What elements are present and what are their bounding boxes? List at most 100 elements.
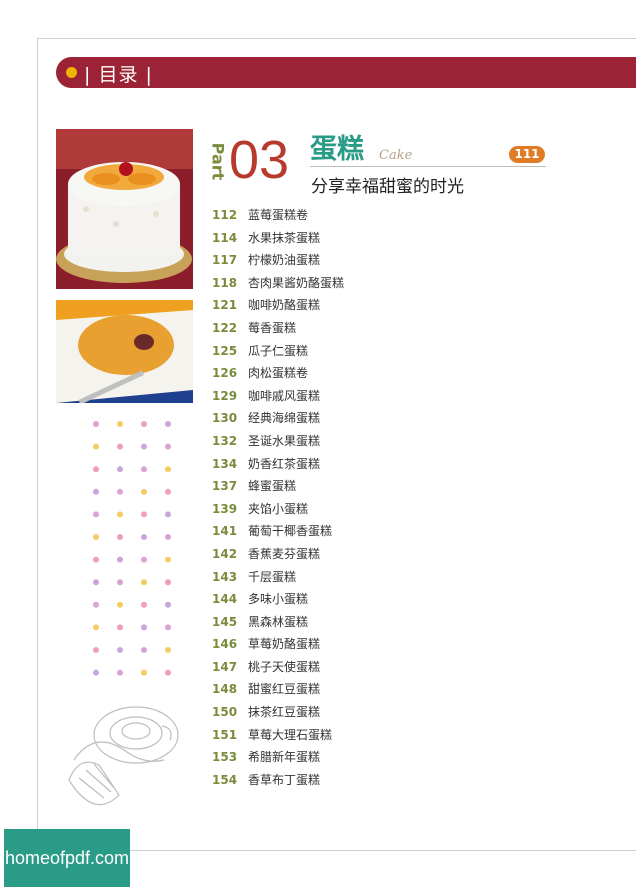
decor-dot [165, 669, 171, 676]
toc-page: 125 [212, 343, 238, 358]
toc-page: 146 [212, 637, 238, 652]
toc-entry[interactable]: 144 多味小蛋糕 [212, 588, 344, 611]
toc-entry[interactable]: 143 千层蛋糕 [212, 566, 344, 589]
toc-page: 147 [212, 659, 238, 674]
toc-entry[interactable]: 154 香草布丁蛋糕 [212, 769, 344, 792]
toc-title: 草莓奶酪蛋糕 [248, 637, 321, 652]
toc-page: 130 [212, 411, 238, 426]
toc-page: 142 [212, 546, 238, 561]
decor-dot [165, 556, 171, 563]
toc-entry[interactable]: 145 黑森林蛋糕 [212, 611, 344, 634]
cake-photo [56, 129, 193, 289]
toc-entry[interactable]: 130 经典海绵蛋糕 [212, 407, 344, 430]
toc-entry[interactable]: 148 甜蜜红豆蛋糕 [212, 678, 344, 701]
decor-dot [141, 647, 147, 653]
toc-title: 咖啡奶酪蛋糕 [248, 298, 321, 313]
part-number: 03 [229, 130, 290, 190]
decor-dot [165, 579, 171, 586]
toc-page: 112 [212, 208, 238, 222]
decor-dot [93, 466, 99, 473]
toc-entry[interactable]: 122 莓香蛋糕 [212, 317, 344, 340]
toc-title: 黑森林蛋糕 [248, 614, 309, 629]
decor-dot [165, 624, 171, 631]
toc-title: 蜂蜜蛋糕 [248, 479, 297, 494]
decor-dot [117, 579, 123, 586]
toc-page: 137 [212, 479, 238, 494]
toc-entry[interactable]: 146 草莓奶酪蛋糕 [212, 633, 344, 656]
toc-page: 153 [212, 750, 238, 765]
toc-title: 瓜子仁蛋糕 [248, 343, 309, 358]
toc-entry[interactable]: 134 奶香红茶蛋糕 [212, 453, 344, 476]
decor-dot [141, 556, 147, 563]
decor-dot [165, 534, 171, 540]
toc-page: 144 [212, 592, 238, 607]
decorative-dot-grid [92, 420, 172, 689]
contents-header-bar: | 目录 | [56, 57, 636, 88]
section-start-page[interactable]: 111 [509, 146, 545, 163]
decor-dot [93, 421, 99, 427]
toc-title: 蓝莓蛋糕卷 [248, 208, 309, 222]
page-border-top [37, 38, 636, 39]
header-dot-icon [66, 67, 77, 78]
toc-title: 夹馅小蛋糕 [248, 501, 309, 516]
toc-entry[interactable]: 125 瓜子仁蛋糕 [212, 340, 344, 363]
toc-entry[interactable]: 142 香蕉麦芬蛋糕 [212, 543, 344, 566]
toc-entry[interactable]: 126 肉松蛋糕卷 [212, 362, 344, 385]
section-subtitle: 分享幸福甜蜜的时光 [311, 177, 464, 197]
toc-entry[interactable]: 139 夹馅小蛋糕 [212, 498, 344, 521]
decor-dot [165, 511, 171, 518]
toc-entry[interactable]: 114 水果抹茶蛋糕 [212, 227, 344, 250]
decor-dot [165, 466, 171, 473]
toc-title: 草莓大理石蛋糕 [248, 727, 333, 742]
decor-dot [141, 511, 147, 518]
toc-page: 121 [212, 298, 238, 313]
decor-dot [165, 443, 171, 450]
toc-title: 桃子天使蛋糕 [248, 659, 321, 674]
contents-title: | 目录 | [84, 64, 153, 86]
decor-dot [117, 443, 123, 450]
decor-dot [93, 443, 99, 450]
toc-entry[interactable]: 150 抹茶红豆蛋糕 [212, 701, 344, 724]
toc-title: 经典海绵蛋糕 [248, 411, 321, 426]
toc-entry[interactable]: 118 杏肉果酱奶酪蛋糕 [212, 272, 344, 295]
decor-dot [93, 579, 99, 586]
toc-page: 134 [212, 456, 238, 471]
toc-page: 148 [212, 682, 238, 697]
toc-list: 112 蓝莓蛋糕卷 114 水果抹茶蛋糕 117 柠檬奶油蛋糕 118 杏肉果酱奶酪蛋糕… [212, 204, 344, 791]
decor-dot [141, 579, 147, 586]
toc-entry[interactable]: 112 蓝莓蛋糕卷 [212, 204, 344, 227]
toc-entry[interactable]: 147 桃子天使蛋糕 [212, 656, 344, 679]
toc-entry[interactable]: 137 蜂蜜蛋糕 [212, 475, 344, 498]
toc-entry[interactable]: 151 草莓大理石蛋糕 [212, 724, 344, 747]
toc-entry[interactable]: 153 希腊新年蛋糕 [212, 746, 344, 769]
toc-entry[interactable]: 141 葡萄干椰香蛋糕 [212, 520, 344, 543]
toc-entry[interactable]: 117 柠檬奶油蛋糕 [212, 249, 344, 272]
decor-dot [141, 534, 147, 540]
toc-entry[interactable]: 121 咖啡奶酪蛋糕 [212, 294, 344, 317]
toc-page: 122 [212, 320, 238, 335]
toc-title: 莓香蛋糕 [248, 320, 297, 335]
decor-dot [117, 488, 123, 495]
decor-dot [93, 601, 99, 608]
decor-dot [93, 669, 99, 676]
section-title: 蛋糕 [310, 134, 364, 165]
toc-page: 151 [212, 727, 238, 742]
toc-page: 126 [212, 366, 238, 381]
section-divider [310, 166, 546, 167]
toc-title: 杏肉果酱奶酪蛋糕 [248, 275, 345, 290]
toc-entry[interactable]: 129 咖啡戚风蛋糕 [212, 385, 344, 408]
decor-dot [117, 511, 123, 518]
coffee-croissant-illustration [64, 700, 189, 810]
toc-title: 咖啡戚风蛋糕 [248, 388, 321, 403]
decor-dot [141, 466, 147, 473]
decor-dot [117, 556, 123, 563]
toc-title: 肉松蛋糕卷 [248, 366, 309, 381]
toc-entry[interactable]: 132 圣诞水果蛋糕 [212, 430, 344, 453]
watermark-badge[interactable]: homeofpdf.com [4, 829, 130, 887]
decor-dot [117, 647, 123, 653]
decor-dot [165, 488, 171, 495]
toc-title: 甜蜜红豆蛋糕 [248, 682, 321, 697]
decor-dot [141, 421, 147, 427]
decor-dot [93, 624, 99, 631]
decor-dot [93, 488, 99, 495]
